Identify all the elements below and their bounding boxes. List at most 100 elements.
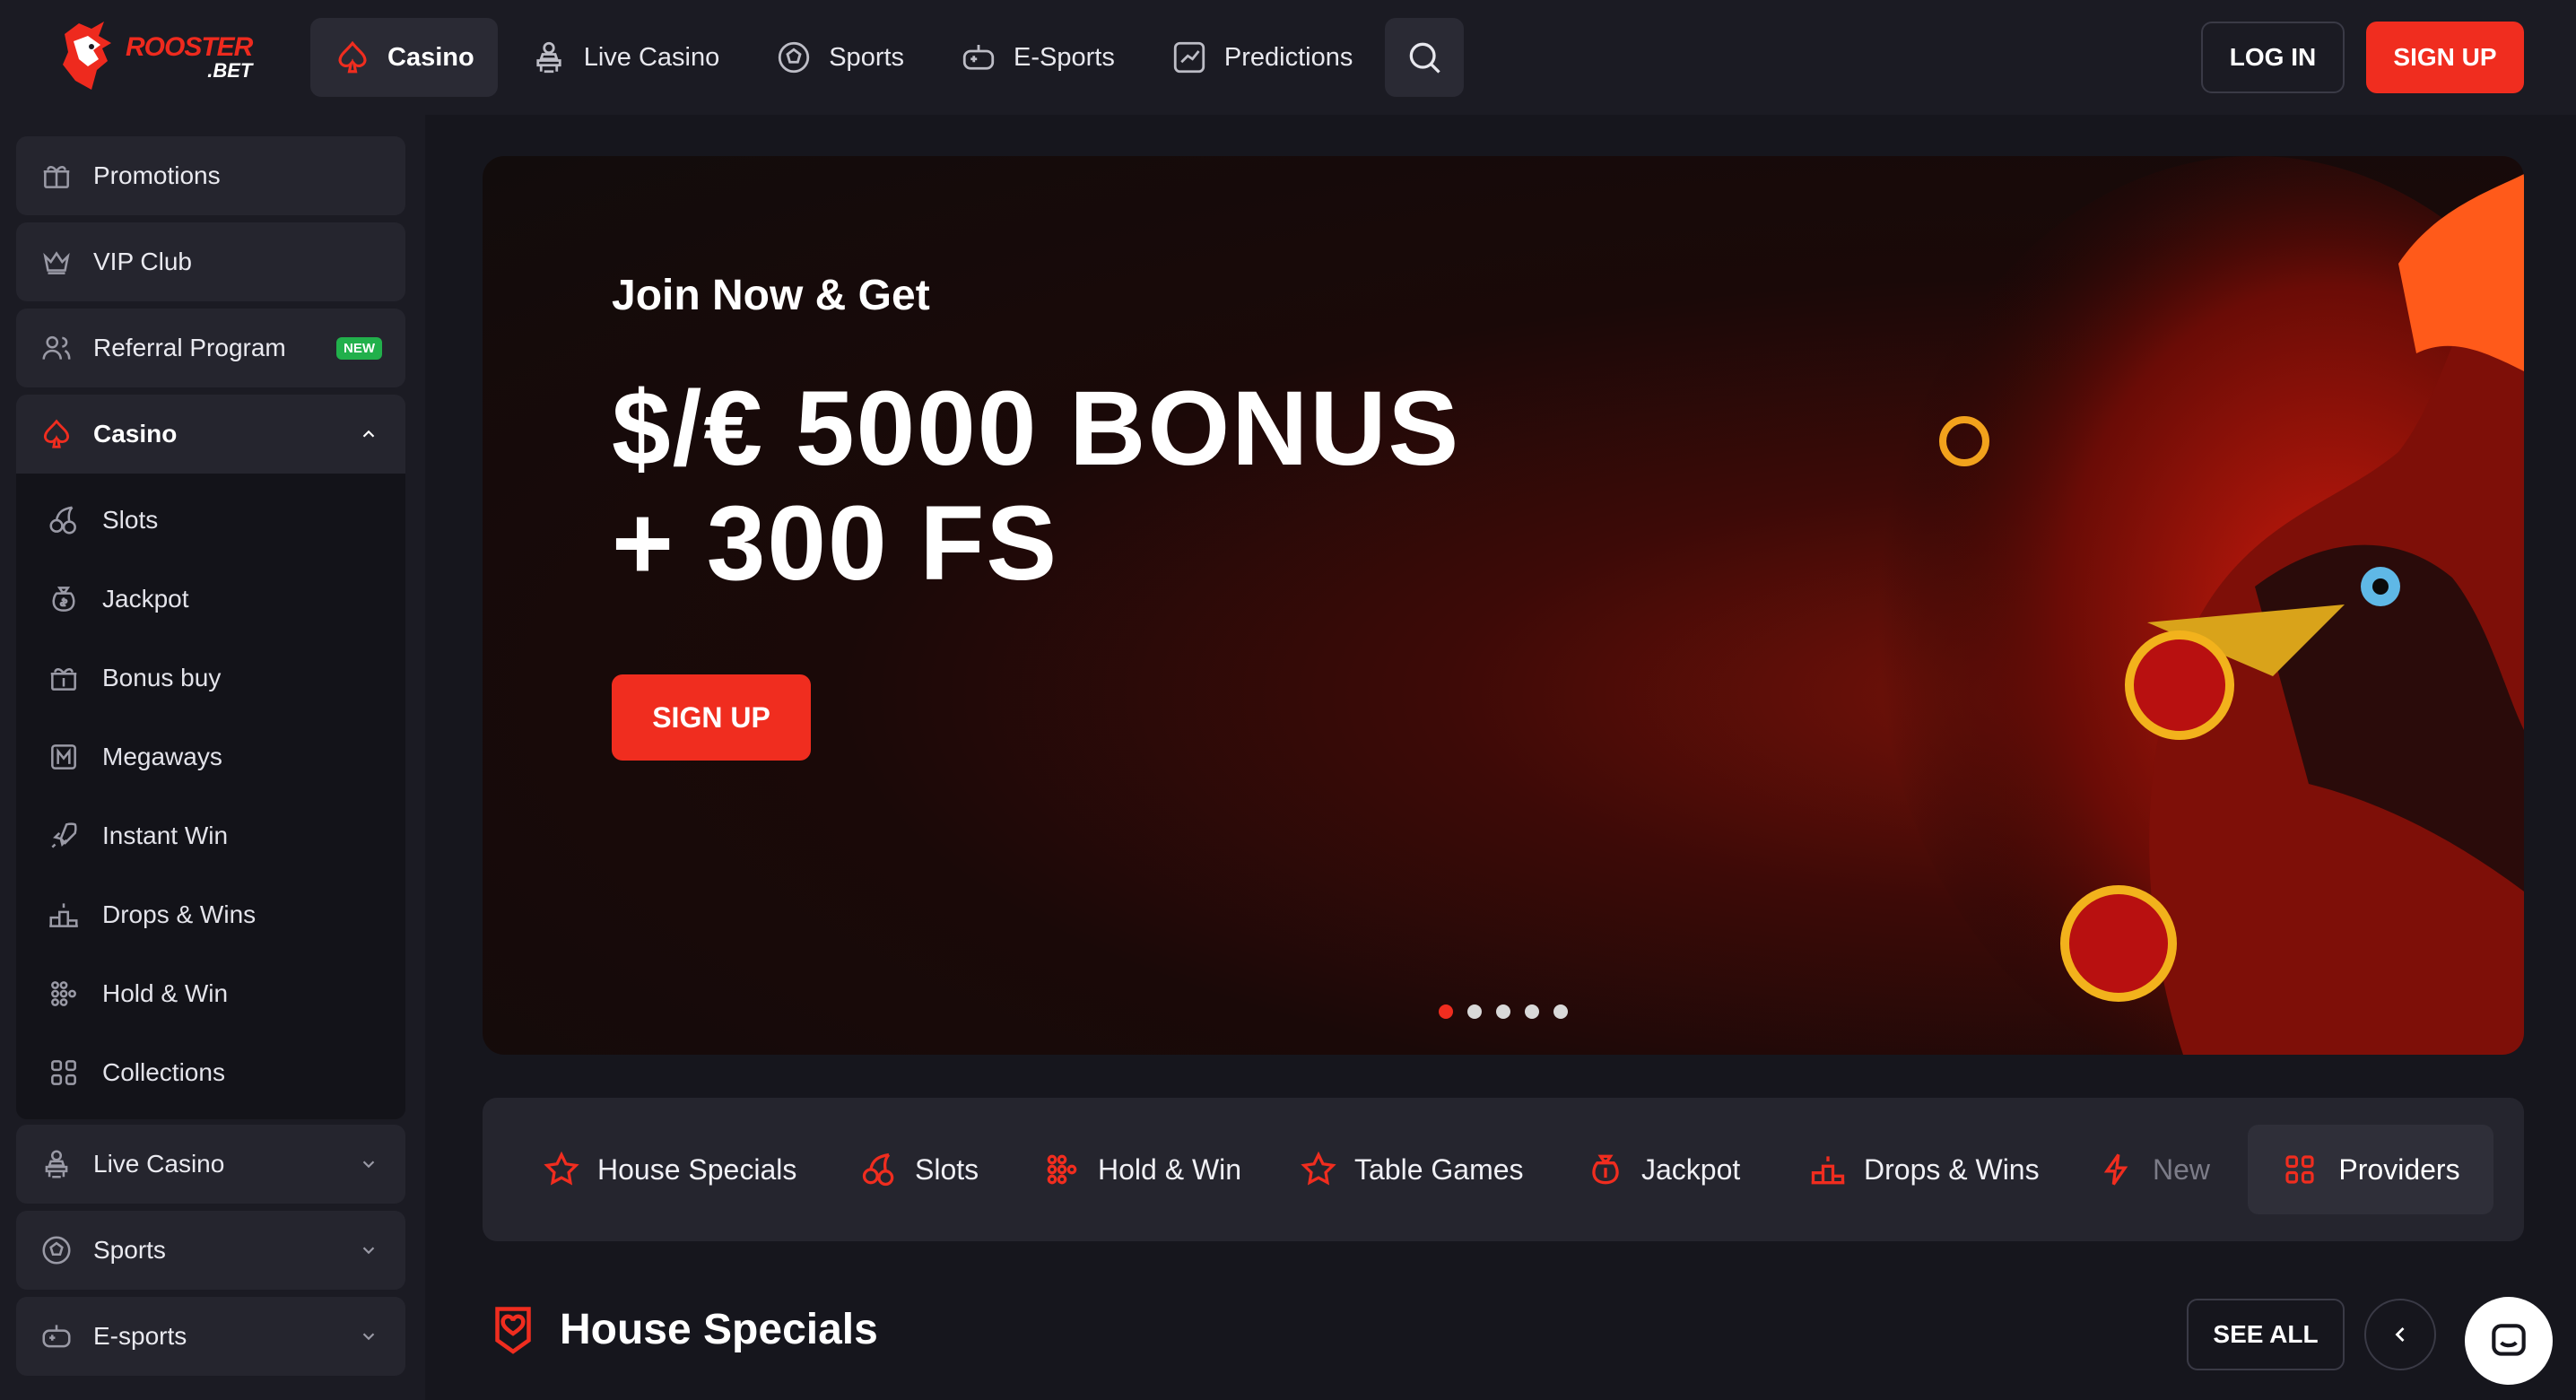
sidebar-item-esports[interactable]: E-sports [16,1297,405,1376]
category-hold-win[interactable]: Hold & Win [1042,1098,1241,1241]
category-slots[interactable]: Slots [859,1098,979,1241]
sidebar-item-vip-club[interactable]: VIP Club [16,222,405,301]
spade-icon [43,419,70,448]
sidebar-item-label: VIP Club [93,248,192,275]
sidebar-item-live-casino[interactable]: Live Casino [16,1125,405,1204]
signup-button[interactable]: SIGN UP [2366,22,2524,93]
gamepad-icon [42,1325,71,1348]
logo-text-bet: .BET [207,59,253,82]
sidebar-subitem-jackpot[interactable]: Jackpot [47,567,189,631]
sidebar-subitem-megaways[interactable]: Megaways [47,725,222,789]
category-label: New [2153,1152,2211,1186]
nav-live-casino[interactable]: Live Casino [507,18,744,97]
category-label: Slots [915,1152,979,1186]
rooster-illustration-icon [1878,156,2524,1055]
chart-trend-icon [1173,41,1205,74]
sidebar-subitem-slots[interactable]: Slots [47,488,158,552]
grid-icon [51,1060,76,1085]
search-icon [1410,42,1441,74]
heart-badge-icon [495,1307,531,1354]
sidebar-item-label: Live Casino [93,1150,225,1178]
users-icon [42,335,71,360]
sidebar-subitem-label: Collections [102,1058,225,1086]
carousel-prev-button[interactable] [2364,1299,2436,1370]
sidebar-subitem-label: Drops & Wins [102,900,257,928]
sidebar-subitem-label: Megaways [102,743,222,770]
podium-icon [49,903,78,927]
sidebar-subitem-drops-wins[interactable]: Drops & Wins [47,883,256,947]
hero-title: $/€ 5000 BONUS + 300 FS [612,371,1460,601]
sidebar-subitem-label: Hold & Win [102,979,229,1007]
live-chat-button[interactable] [2465,1297,2553,1385]
category-drops-wins[interactable]: Drops & Wins [1808,1098,2040,1241]
sidebar-subitem-collections[interactable]: Collections [47,1040,225,1105]
grid-icon [2285,1155,2314,1184]
nav-casino-label: Casino [387,42,474,72]
sidebar-subitem-bonus-buy[interactable]: Bonus buy [47,646,221,710]
crown-icon [43,251,70,274]
sidebar-item-promotions[interactable]: Promotions [16,136,405,215]
chevron-left-icon [2395,1327,2405,1342]
chevron-up-icon [362,430,375,438]
casino-submenu: Slots Jackpot Bonus buy Megaways Instant… [16,474,405,1119]
category-new[interactable]: New [2097,1098,2210,1241]
section-title: House Specials [560,1305,878,1353]
dots-grid-icon [1047,1154,1077,1185]
hero-signup-button[interactable]: SIGN UP [612,674,811,761]
chevron-down-icon [362,1333,375,1341]
carousel-dot[interactable] [1553,1004,1568,1019]
sidebar-item-label: Referral Program [93,334,286,361]
hero-subtitle: Join Now & Get [612,272,930,319]
sidebar-item-referral[interactable]: Referral Program NEW [16,309,405,387]
category-label: Jackpot [1641,1152,1741,1186]
hero-banner[interactable]: Join Now & Get $/€ 5000 BONUS + 300 FS S… [483,156,2524,1055]
category-house-specials[interactable]: House Specials [542,1098,796,1241]
carousel-dots [1439,1004,1568,1019]
nav-predictions[interactable]: Predictions [1147,18,1376,97]
site-logo[interactable]: ROOSTER .BET [52,18,267,97]
chevron-down-icon [362,1247,375,1255]
sidebar-item-label: E-sports [93,1322,187,1350]
category-bar: House Specials Slots Hold & Win Table Ga… [483,1098,2524,1241]
rooster-logo-icon [63,22,111,90]
nav-esports[interactable]: E-Sports [936,18,1138,97]
carousel-dot[interactable] [1467,1004,1482,1019]
search-button[interactable] [1385,18,1465,97]
nav-live-casino-label: Live Casino [583,42,720,72]
lightning-icon [2103,1153,2128,1186]
category-label: Providers [2338,1152,2460,1186]
hero-title-line1: $/€ 5000 BONUS [612,370,1461,488]
category-label: Drops & Wins [1864,1152,2040,1186]
hero-title-line2: + 300 FS [612,484,1059,603]
sidebar: Promotions VIP Club Referral Program NEW… [0,115,425,1400]
chevron-down-icon [362,1161,375,1169]
sidebar-item-sports[interactable]: Sports [16,1211,405,1290]
category-jackpot[interactable]: Jackpot [1586,1098,1740,1241]
sidebar-subitem-label: Slots [102,506,159,534]
star-icon [544,1151,579,1186]
sidebar-subitem-hold-win[interactable]: Hold & Win [47,961,228,1026]
category-providers[interactable]: Providers [2248,1125,2493,1214]
login-button[interactable]: LOG IN [2201,22,2345,93]
category-label: Hold & Win [1098,1152,1242,1186]
sidebar-subitem-instant-win[interactable]: Instant Win [47,804,228,868]
nav-casino[interactable]: Casino [310,18,498,97]
carousel-dot[interactable] [1439,1004,1453,1019]
category-table-games[interactable]: Table Games [1299,1098,1524,1241]
carousel-dot[interactable] [1496,1004,1510,1019]
sidebar-item-casino[interactable]: Casino [16,395,405,474]
category-label: Table Games [1354,1152,1524,1186]
nav-sports[interactable]: Sports [752,18,927,97]
rocket-icon [51,822,77,848]
carousel-dot[interactable] [1525,1004,1539,1019]
see-all-button[interactable]: SEE ALL [2187,1299,2345,1370]
soccer-ball-icon [779,41,810,74]
top-header: ROOSTER .BET Casino Live Casino Sports E… [0,0,2576,115]
sidebar-item-label: Promotions [93,161,221,189]
megaways-icon [51,744,76,770]
sidebar-subitem-label: Bonus buy [102,664,222,691]
gamepad-icon [962,45,995,70]
chat-icon [2492,1324,2526,1356]
section-header: House Specials [486,1302,878,1356]
dealer-icon [45,1150,68,1178]
